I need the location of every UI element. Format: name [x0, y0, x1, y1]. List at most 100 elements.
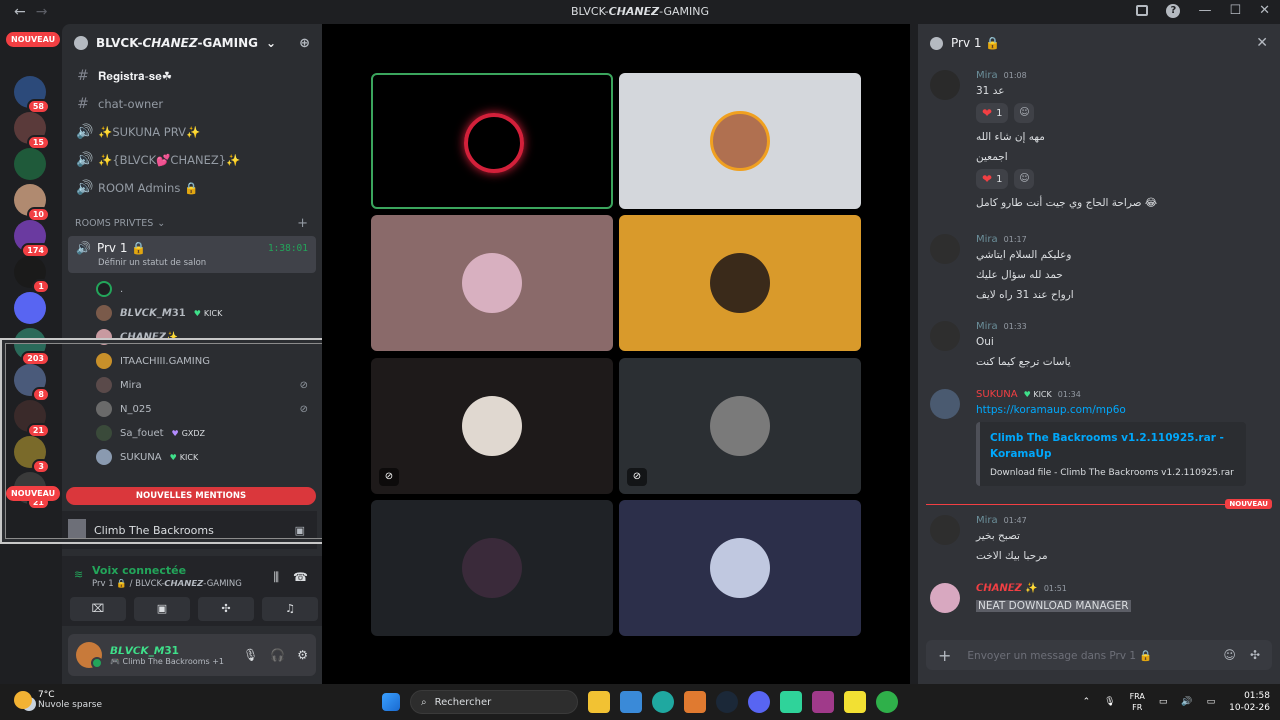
microphone-icon[interactable]: 🎙: [243, 648, 258, 662]
participant-tile[interactable]: ⊘: [619, 358, 861, 494]
noise-suppression-icon[interactable]: ⫼: [274, 570, 280, 585]
voice-user[interactable]: SUKUNA ♥ KICK: [62, 445, 322, 469]
chevron-up-icon[interactable]: ⌃: [1083, 697, 1091, 707]
guild-header[interactable]: BLVCK-𝘾𝙃𝘼𝙉𝙀𝙕-GAMING ⌄ ⊕: [62, 24, 322, 62]
sticky-notes-icon[interactable]: [844, 691, 866, 713]
server-icon[interactable]: [14, 148, 46, 180]
server-icon[interactable]: 10: [14, 184, 50, 222]
server-icon[interactable]: [14, 292, 46, 324]
winrar-icon[interactable]: [812, 691, 834, 713]
message-input[interactable]: Envoyer un message dans Prv 1 🔒: [967, 649, 1152, 662]
voice-user[interactable]: ITAACHIII.GAMING: [62, 349, 322, 373]
voice-user[interactable]: 𝘾𝙃𝘼𝙉𝙀𝙕✨: [62, 325, 322, 349]
add-member-icon[interactable]: ⊕: [299, 36, 310, 51]
embed-title[interactable]: Climb The Backrooms v1.2.110925.rar - Ko…: [990, 430, 1236, 462]
server-icon[interactable]: 1: [14, 256, 50, 294]
activity-bar[interactable]: Climb The Backrooms ▣: [62, 511, 317, 549]
participant-tile[interactable]: ⊘: [371, 358, 613, 494]
server-icon[interactable]: 174: [14, 220, 50, 258]
server-icon[interactable]: 21: [14, 400, 50, 438]
channel-voice[interactable]: 🔊 ✨{BLVCK💕CHANEZ}✨: [62, 146, 322, 174]
channel-voice[interactable]: 🔊 ✨SUKUNA PRV✨: [62, 118, 322, 146]
camera-off-button[interactable]: ⌧: [70, 597, 126, 621]
author-name[interactable]: Mira: [976, 321, 998, 332]
network-icon[interactable]: ▭: [1159, 697, 1168, 707]
voice-user[interactable]: 𝘽𝙇𝙑𝘾𝙆_𝙈𝟯𝟭 ♥ KICK: [62, 301, 322, 325]
voice-user[interactable]: N_025 ⊘: [62, 397, 322, 421]
clock[interactable]: 01:58 10-02-26: [1229, 690, 1270, 714]
participant-tile[interactable]: [619, 215, 861, 351]
server-icon[interactable]: 15: [14, 112, 50, 150]
author-name[interactable]: Mira: [976, 234, 998, 245]
new-unread-pill[interactable]: NOUVEAU: [6, 32, 61, 47]
settings-gear-icon[interactable]: ⚙: [297, 648, 308, 662]
close-icon[interactable]: ✕: [1256, 35, 1268, 51]
avatar[interactable]: [930, 234, 960, 264]
battery-icon[interactable]: ▭: [1207, 697, 1216, 707]
store-icon[interactable]: [620, 691, 642, 713]
voice-user[interactable]: .: [62, 277, 322, 301]
avatar[interactable]: [930, 70, 960, 100]
author-name[interactable]: Mira: [976, 515, 998, 526]
participant-tile[interactable]: [619, 500, 861, 636]
author-name[interactable]: 𝘾𝙃𝘼𝙉𝙀𝙕 ✨: [976, 583, 1038, 594]
server-icon[interactable]: 3: [14, 436, 50, 474]
weather-widget[interactable]: 7°C Nuvole sparse: [14, 690, 102, 710]
participant-tile[interactable]: [371, 73, 613, 209]
heart-reaction[interactable]: ❤ 1: [976, 169, 1009, 189]
microphone-tray-icon[interactable]: 🎙: [1104, 697, 1115, 707]
file-explorer-icon[interactable]: [588, 691, 610, 713]
avatar[interactable]: [930, 389, 960, 419]
user-avatar[interactable]: [76, 642, 103, 669]
discord-icon[interactable]: [748, 691, 770, 713]
signal-icon[interactable]: ≋: [74, 568, 83, 581]
app-orange-icon[interactable]: [684, 691, 706, 713]
channel-text[interactable]: # 𝐑𝐞𝐠𝐢𝐬𝐭𝐫𝐚-𝐬𝐞☘: [62, 62, 322, 90]
steam-icon[interactable]: [716, 691, 738, 713]
message-link[interactable]: https://koramaup.com/mp6o: [976, 404, 1265, 416]
new-unread-pill-bottom[interactable]: NOUVEAU: [6, 486, 61, 501]
add-reaction-icon[interactable]: ☺: [1014, 169, 1035, 189]
volume-icon[interactable]: 🔊: [1181, 697, 1192, 707]
server-icon[interactable]: 8: [14, 364, 50, 402]
server-icon[interactable]: 58: [14, 76, 50, 114]
author-name[interactable]: Mira: [976, 70, 998, 81]
apps-icon[interactable]: ✣: [1250, 648, 1260, 662]
inbox-icon[interactable]: [1136, 5, 1149, 16]
add-reaction-icon[interactable]: ☺: [1014, 103, 1035, 123]
notepad-icon[interactable]: [876, 691, 898, 713]
soundboard-button[interactable]: ♫: [262, 597, 318, 621]
discord-active-icon[interactable]: [780, 691, 802, 713]
emoji-icon[interactable]: ☺: [1223, 648, 1236, 662]
screen-share-button[interactable]: ▣: [134, 597, 190, 621]
channel-status-hint[interactable]: Définir un statut de salon: [98, 258, 308, 268]
language-indicator[interactable]: FRA FR: [1130, 691, 1145, 713]
minimize-icon[interactable]: —: [1198, 3, 1211, 18]
channel-text[interactable]: # chat-owner: [62, 90, 322, 118]
author-name[interactable]: SUKUNA: [976, 389, 1018, 400]
participant-tile[interactable]: [371, 215, 613, 351]
taskbar-search[interactable]: ⌕ Rechercher: [410, 690, 578, 714]
server-icon[interactable]: 203: [14, 328, 50, 366]
participant-tile[interactable]: [619, 73, 861, 209]
avatar[interactable]: [930, 583, 960, 613]
attach-plus-icon[interactable]: +: [938, 646, 951, 665]
close-window-icon[interactable]: ✕: [1259, 3, 1270, 18]
add-channel-icon[interactable]: +: [297, 216, 308, 231]
avatar[interactable]: [930, 321, 960, 351]
avatar[interactable]: [930, 515, 960, 545]
headphones-icon[interactable]: 🎧: [270, 648, 285, 662]
activities-button[interactable]: ✣: [198, 597, 254, 621]
maximize-icon[interactable]: ☐: [1229, 3, 1241, 18]
screen-share-icon[interactable]: ▣: [295, 524, 305, 537]
heart-reaction[interactable]: ❤ 1: [976, 103, 1009, 123]
participant-tile[interactable]: [371, 500, 613, 636]
voice-user[interactable]: Sa_fouet ♥ GXDZ: [62, 421, 322, 445]
channel-voice[interactable]: 🔊 ROOM Admins 🔒: [62, 174, 322, 202]
voice-user[interactable]: Mira ⊘: [62, 373, 322, 397]
windows-start-icon[interactable]: [382, 693, 400, 711]
category-header[interactable]: ROOMS PRIVTES ⌄ +: [62, 210, 322, 236]
new-mentions-button[interactable]: NOUVELLES MENTIONS: [66, 487, 316, 505]
disconnect-icon[interactable]: ☎: [293, 570, 308, 585]
username[interactable]: 𝘽𝙇𝙑𝘾𝙆_𝙈𝟯𝟭: [110, 645, 224, 657]
